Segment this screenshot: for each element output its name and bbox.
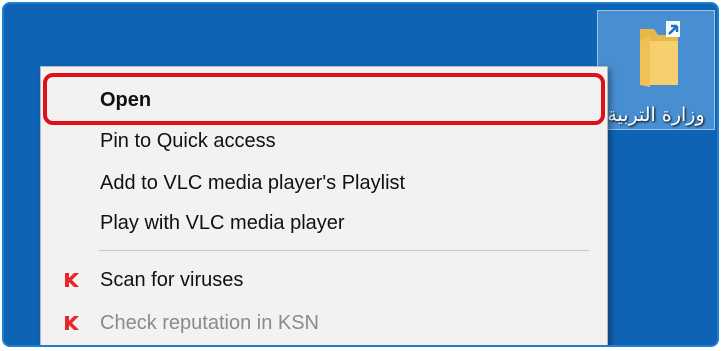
menu-item-pin-quick-access[interactable]: Pin to Quick access	[41, 121, 607, 161]
desktop: وزارة التربية Open Pin to Quick access A…	[4, 4, 717, 345]
folder-label: وزارة التربية	[607, 104, 705, 126]
screenshot-frame: وزارة التربية Open Pin to Quick access A…	[2, 2, 719, 347]
menu-item-label: Add to VLC media player's Playlist	[100, 172, 406, 194]
folder-shortcut-icon	[640, 21, 680, 87]
menu-item-label: Pin to Quick access	[100, 130, 276, 152]
menu-item-label: Scan for viruses	[100, 269, 244, 291]
menu-item-label: Open	[100, 89, 152, 111]
menu-item-add-vlc-playlist[interactable]: Add to VLC media player's Playlist	[41, 163, 607, 203]
kaspersky-icon	[65, 273, 79, 287]
menu-separator	[99, 250, 589, 251]
menu-item-play-vlc[interactable]: Play with VLC media player	[41, 203, 607, 243]
kaspersky-icon	[65, 316, 79, 330]
menu-item-check-reputation: Check reputation in KSN	[41, 303, 607, 343]
menu-item-scan-viruses[interactable]: Scan for viruses	[41, 260, 607, 300]
menu-item-open[interactable]: Open	[41, 80, 607, 120]
menu-item-label: Play with VLC media player	[100, 212, 345, 234]
menu-item-label: Check reputation in KSN	[100, 312, 320, 334]
context-menu: Open Pin to Quick access Add to VLC medi…	[40, 66, 608, 345]
desktop-folder-shortcut[interactable]: وزارة التربية	[597, 10, 715, 130]
